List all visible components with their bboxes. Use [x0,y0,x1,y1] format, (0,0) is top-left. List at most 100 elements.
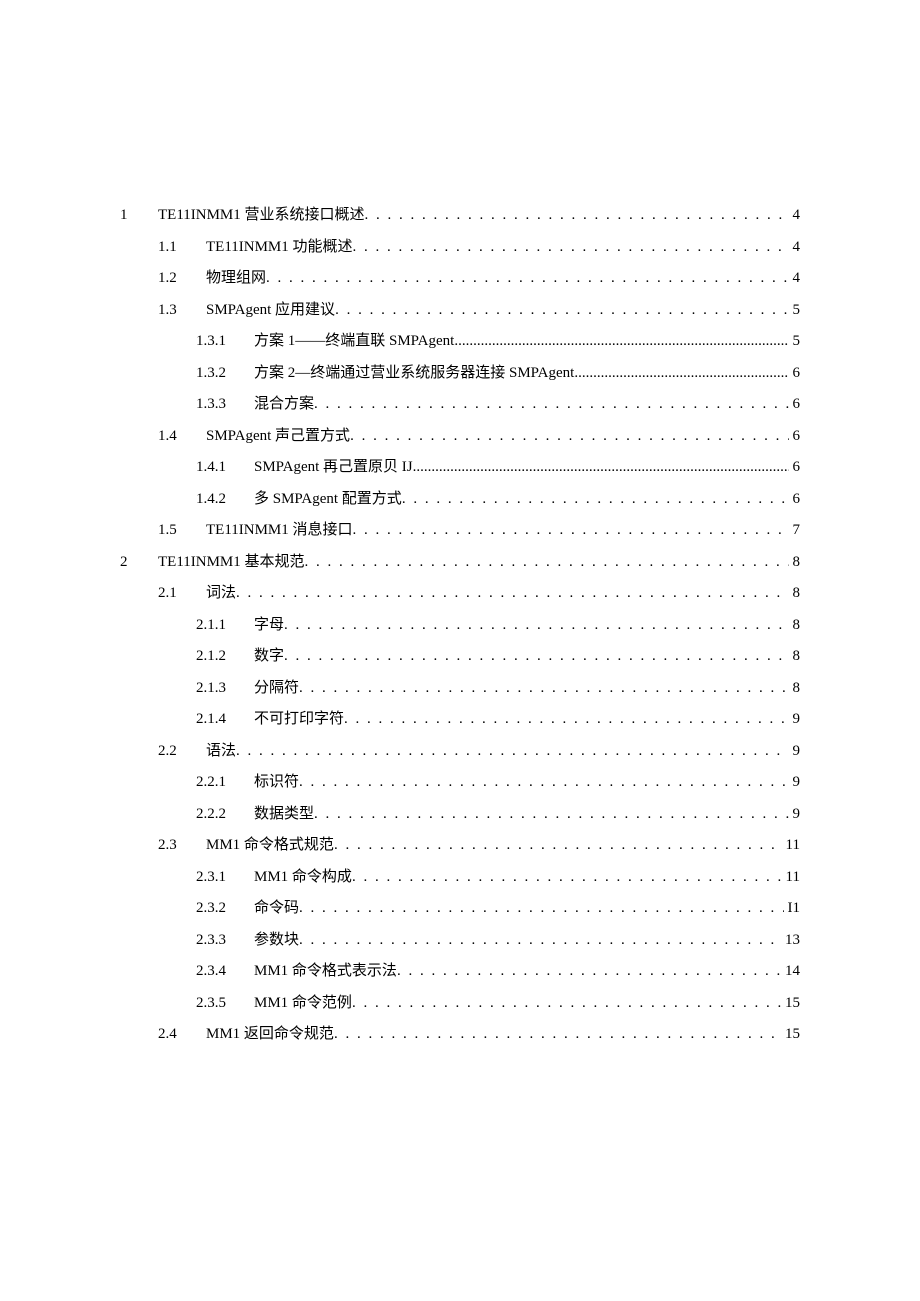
toc-entry-title: 数字 [254,641,284,673]
toc-entry-number: 1.2 [158,263,206,295]
toc-entry: 1.3.1方案 1——终端直联 SMPAgent5 [120,326,800,358]
toc-entry: 2.3.2命令码I1 [120,893,800,925]
toc-entry-title: 语法 [206,736,236,768]
toc-entry: 2.2.1标识符 9 [120,767,800,799]
toc-entry-page: 5 [789,326,801,358]
toc-entry-number: 2.3 [158,830,206,862]
toc-entry: 2.2.2数据类型9 [120,799,800,831]
toc-entry-page: 13 [781,925,800,957]
toc-entry-page: 6 [789,484,801,516]
toc-entry-title: 标识符 [254,767,299,799]
toc-entry-title: SMPAgent 再己置原贝 IJ [254,452,413,484]
toc-entry: 2.3.5MM1 命令范例15 [120,988,800,1020]
toc-entry-title: MM1 命令范例 [254,988,352,1020]
toc-leader-dots [236,578,788,610]
toc-entry-title: 参数块 [254,925,299,957]
toc-entry-page: 6 [789,421,801,453]
toc-entry-page: 9 [789,736,801,768]
toc-entry-title: MM1 返回命令规范 [206,1019,334,1051]
toc-entry: 2.3.4MM1 命令格式表示法14 [120,956,800,988]
toc-entry-page: 6 [789,452,801,484]
toc-entry-number: 2.2.1 [196,767,254,799]
toc-leader-dots [344,704,788,736]
toc-entry: 2.2语法 9 [120,736,800,768]
toc-entry: 1.4.2多 SMPAgent 配置方式 6 [120,484,800,516]
toc-entry-number: 1.5 [158,515,206,547]
toc-entry: 2.1.3分隔符8 [120,673,800,705]
toc-leader-dots [353,515,789,547]
toc-entry-page: 4 [789,232,801,264]
toc-entry: 1.3.2方案 2—终端通过营业系统服务器连接 SMPAgent 6 [120,358,800,390]
toc-entry-title: 字母 [254,610,284,642]
toc-entry: 2.4MM1 返回命令规范15 [120,1019,800,1051]
toc-entry-number: 2.4 [158,1019,206,1051]
toc-entry-number: 2.2.2 [196,799,254,831]
toc-leader-dots [236,736,788,768]
toc-leader-dots [299,893,783,925]
toc-entry-page: 8 [789,673,801,705]
toc-entry-page: 6 [789,358,801,390]
toc-entry-page: 9 [789,799,801,831]
toc-entry: 1.4SMPAgent 声己置方式6 [120,421,800,453]
toc-entry: 1.4.1SMPAgent 再己置原贝 IJ 6 [120,452,800,484]
toc-entry-page: 7 [789,515,801,547]
toc-entry-number: 1.4.1 [196,452,254,484]
toc-entry-number: 2.3.3 [196,925,254,957]
toc-entry-number: 1.3.3 [196,389,254,421]
toc-entry-title: 方案 2—终端通过营业系统服务器连接 SMPAgent [254,358,574,390]
toc-entry-number: 2.1.4 [196,704,254,736]
toc-leader-dots [299,673,788,705]
toc-entry-number: 2.3.2 [196,893,254,925]
toc-entry-title: MM1 命令格式规范 [206,830,334,862]
toc-entry: 2TE11INMM1 基本规范8 [120,547,800,579]
toc-entry: 2.3.1MM1 命令构成11 [120,862,800,894]
toc-entry-title: SMPAgent 应用建议 [206,295,335,327]
toc-entry-number: 1.3 [158,295,206,327]
toc-leader-dots [305,547,789,579]
toc-leader-dots [353,232,789,264]
toc-entry-title: 多 SMPAgent 配置方式 [254,484,402,516]
toc-entry-number: 2.3.4 [196,956,254,988]
toc-entry-title: TE11INMM1 基本规范 [158,547,305,579]
toc-entry-page: 4 [789,263,801,295]
toc-leader-dots [335,295,788,327]
toc-entry-number: 2.1.2 [196,641,254,673]
toc-entry-page: 14 [781,956,800,988]
toc-entry-title: 不可打印字符 [254,704,344,736]
toc-entry: 1.2物理组网4 [120,263,800,295]
toc-entry-page: 6 [789,389,801,421]
toc-leader-dots [299,925,781,957]
toc-entry-title: 分隔符 [254,673,299,705]
toc-entry-number: 1.4.2 [196,484,254,516]
toc-leader-dots [454,326,788,358]
toc-entry: 1.3.3混合方案 6 [120,389,800,421]
toc-entry-title: 混合方案 [254,389,314,421]
toc-entry-number: 1 [120,200,158,232]
toc-leader-dots [413,452,789,484]
toc-entry: 2.1.1字母8 [120,610,800,642]
toc-entry-number: 2.2 [158,736,206,768]
toc-entry: 2.1.4不可打印字符9 [120,704,800,736]
toc-leader-dots [334,830,782,862]
toc-leader-dots [365,200,789,232]
toc-entry: 2.1.2数字8 [120,641,800,673]
toc-leader-dots [352,988,781,1020]
toc-entry-title: 词法 [206,578,236,610]
toc-entry: 1.5TE11INMM1 消息接口 7 [120,515,800,547]
toc-entry-page: 5 [789,295,801,327]
table-of-contents: 1TE11INMM1 营业系统接口概述41.1TE11INMM1 功能概述41.… [120,200,800,1051]
toc-entry-title: TE11INMM1 功能概述 [206,232,353,264]
toc-entry-page: 15 [781,988,800,1020]
toc-entry-title: TE11INMM1 营业系统接口概述 [158,200,365,232]
toc-entry-title: TE11INMM1 消息接口 [206,515,353,547]
toc-leader-dots [352,862,782,894]
toc-entry: 2.3.3参数块 13 [120,925,800,957]
toc-leader-dots [284,641,788,673]
toc-entry-page: 11 [782,862,800,894]
toc-entry-number: 1.3.2 [196,358,254,390]
toc-entry-page: I1 [784,893,801,925]
toc-entry-page: 9 [789,767,801,799]
toc-entry-page: 4 [789,200,801,232]
toc-entry-title: MM1 命令构成 [254,862,352,894]
toc-entry-title: SMPAgent 声己置方式 [206,421,350,453]
